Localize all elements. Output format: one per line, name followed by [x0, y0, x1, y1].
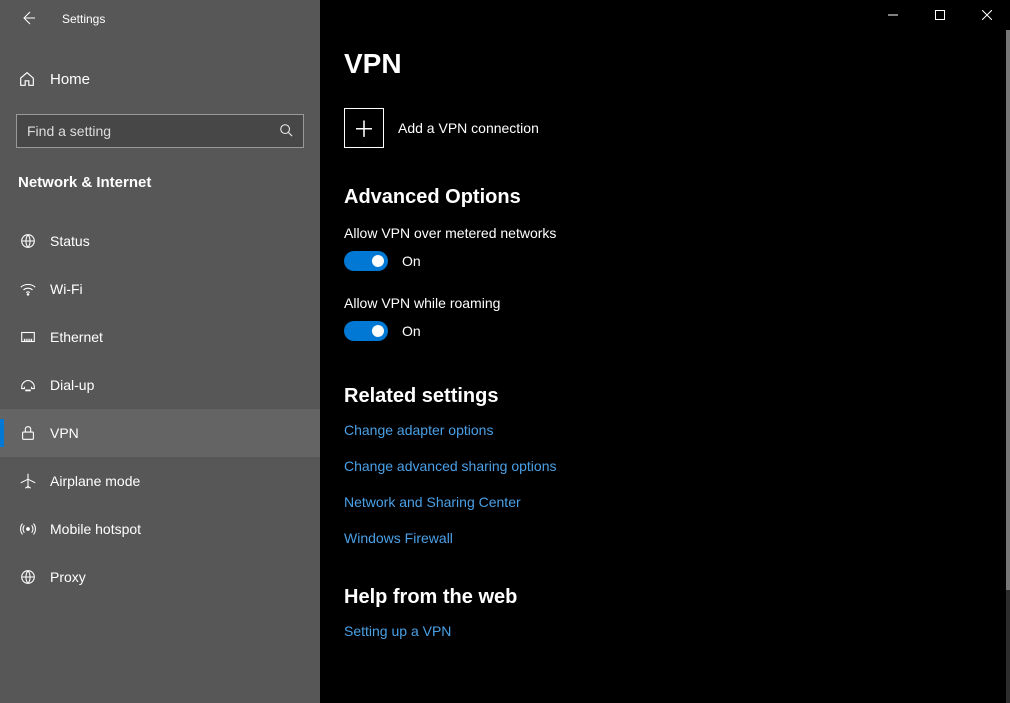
maximize-button[interactable] — [916, 0, 963, 30]
link-windows-firewall[interactable]: Windows Firewall — [344, 530, 453, 546]
home-label: Home — [50, 71, 90, 88]
sidebar-item-label: Airplane mode — [50, 473, 140, 489]
advanced-options-heading: Advanced Options — [344, 186, 986, 209]
wifi-icon — [18, 280, 38, 298]
toggle-state-label: On — [402, 323, 421, 339]
toggle-setting-metered: Allow VPN over metered networks On — [344, 225, 986, 271]
sidebar-item-proxy[interactable]: Proxy — [0, 553, 320, 601]
add-vpn-button[interactable]: ＋ Add a VPN connection — [344, 108, 986, 148]
help-heading: Help from the web — [344, 586, 986, 609]
toggle-state-label: On — [402, 253, 421, 269]
home-icon — [18, 70, 38, 88]
link-adapter-options[interactable]: Change adapter options — [344, 422, 493, 438]
sidebar-item-label: Dial-up — [50, 377, 94, 393]
sidebar-item-dialup[interactable]: Dial-up — [0, 361, 320, 409]
sidebar-item-label: Proxy — [50, 569, 86, 585]
scrollbar-thumb[interactable] — [1006, 30, 1010, 590]
add-vpn-label: Add a VPN connection — [398, 120, 539, 136]
sidebar-item-label: Ethernet — [50, 329, 103, 345]
dialup-icon — [18, 376, 38, 394]
sidebar-item-label: Mobile hotspot — [50, 521, 141, 537]
related-settings-section: Related settings Change adapter options … — [344, 385, 986, 546]
ethernet-icon — [18, 328, 38, 346]
plus-icon: ＋ — [344, 108, 384, 148]
close-icon — [982, 7, 992, 23]
app-title: Settings — [62, 12, 105, 26]
sidebar-item-status[interactable]: Status — [0, 217, 320, 265]
content-area: VPN ＋ Add a VPN connection Advanced Opti… — [320, 0, 1010, 703]
toggle-label: Allow VPN over metered networks — [344, 225, 986, 241]
toggle-metered[interactable] — [344, 251, 388, 271]
vpn-icon — [18, 424, 38, 442]
main-panel: VPN ＋ Add a VPN connection Advanced Opti… — [320, 0, 1010, 703]
search-icon — [279, 123, 293, 140]
page-title: VPN — [344, 48, 986, 80]
search-input[interactable] — [27, 123, 279, 139]
window-controls — [869, 0, 1010, 30]
sidebar-item-wifi[interactable]: Wi-Fi — [0, 265, 320, 313]
toggle-label: Allow VPN while roaming — [344, 295, 986, 311]
airplane-icon — [18, 472, 38, 490]
titlebar: Settings — [0, 0, 320, 38]
sidebar: Settings Home Network & Internet Status … — [0, 0, 320, 703]
minimize-button[interactable] — [869, 0, 916, 30]
back-button[interactable] — [12, 3, 44, 35]
scrollbar[interactable] — [1006, 30, 1010, 703]
sidebar-item-hotspot[interactable]: Mobile hotspot — [0, 505, 320, 553]
status-icon — [18, 232, 38, 250]
link-network-sharing-center[interactable]: Network and Sharing Center — [344, 494, 521, 510]
sidebar-item-ethernet[interactable]: Ethernet — [0, 313, 320, 361]
sidebar-item-label: VPN — [50, 425, 79, 441]
close-button[interactable] — [963, 0, 1010, 30]
link-help-setup-vpn[interactable]: Setting up a VPN — [344, 623, 451, 639]
sidebar-item-airplane[interactable]: Airplane mode — [0, 457, 320, 505]
related-settings-heading: Related settings — [344, 385, 986, 408]
category-heading: Network & Internet — [18, 174, 302, 191]
link-advanced-sharing[interactable]: Change advanced sharing options — [344, 458, 557, 474]
sidebar-item-vpn[interactable]: VPN — [0, 409, 320, 457]
home-button[interactable]: Home — [0, 60, 320, 98]
toggle-roaming[interactable] — [344, 321, 388, 341]
search-input-container[interactable] — [16, 114, 304, 148]
hotspot-icon — [18, 520, 38, 538]
proxy-icon — [18, 568, 38, 586]
minimize-icon — [888, 7, 898, 23]
sidebar-item-label: Status — [50, 233, 90, 249]
nav-list: Status Wi-Fi Ethernet Dial-up VPN — [0, 217, 320, 601]
toggle-setting-roaming: Allow VPN while roaming On — [344, 295, 986, 341]
back-arrow-icon — [20, 10, 36, 29]
maximize-icon — [935, 7, 945, 23]
help-section: Help from the web Setting up a VPN — [344, 586, 986, 639]
sidebar-item-label: Wi-Fi — [50, 281, 83, 297]
